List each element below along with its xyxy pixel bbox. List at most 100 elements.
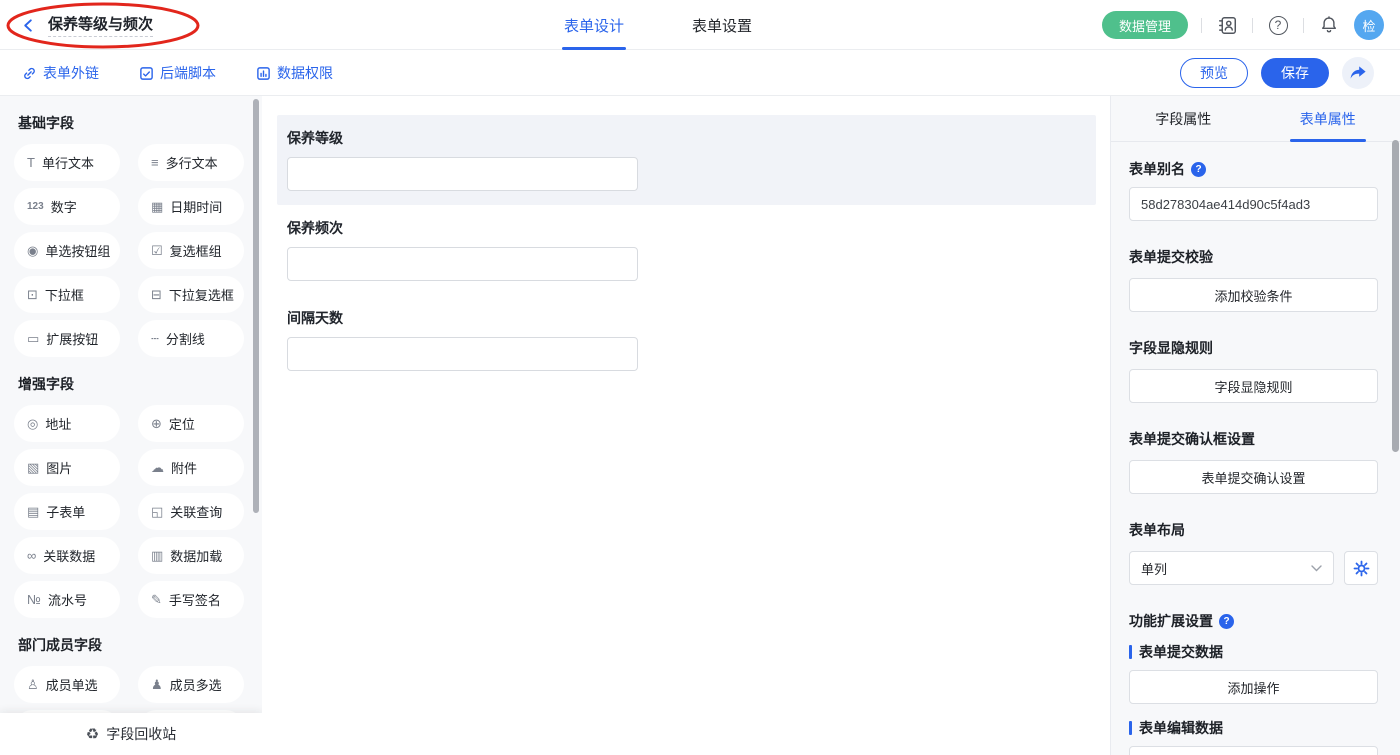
pill-label: 多行文本 <box>166 153 218 172</box>
field-visibility-title: 字段显隐规则 <box>1129 338 1378 358</box>
form-external-link[interactable]: 表单外链 <box>22 63 99 83</box>
field-label: 保养频次 <box>287 218 1086 238</box>
field-type-attachment[interactable]: ☁附件 <box>138 449 244 486</box>
field-type-member-multi[interactable]: ♟成员多选 <box>138 666 244 703</box>
field-type-serial-number[interactable]: №流水号 <box>14 581 120 618</box>
pill-label: 分割线 <box>166 329 205 348</box>
submit-data-title: 表单提交数据 <box>1139 642 1223 662</box>
help-badge-icon[interactable]: ? <box>1191 162 1206 177</box>
tab-form-design[interactable]: 表单设计 <box>562 0 626 50</box>
bar-chart-icon: ▥ <box>151 549 163 562</box>
preview-button[interactable]: 预览 <box>1180 58 1248 88</box>
field-type-signature[interactable]: ✎ 手写签名 <box>138 581 244 618</box>
sidebar-scrollbar[interactable] <box>253 99 259 513</box>
divider <box>1303 18 1304 33</box>
field-type-multi-line-text[interactable]: ≡多行文本 <box>138 144 244 181</box>
data-permission-link[interactable]: 数据权限 <box>256 63 333 83</box>
field-type-divider-line[interactable]: ┄ 分割线 <box>138 320 244 357</box>
form-layout-title: 表单布局 <box>1129 520 1378 540</box>
script-icon <box>139 66 154 81</box>
section-title-member-fields: 部门成员字段 <box>14 635 252 655</box>
pill-label: 子表单 <box>46 502 85 521</box>
link-icon <box>22 66 37 81</box>
save-button[interactable]: 保存 <box>1261 58 1329 88</box>
pill-label: 单选按钮组 <box>45 241 110 260</box>
text-icon: T <box>27 156 35 169</box>
pill-label: 下拉复选框 <box>169 285 234 304</box>
field-type-location[interactable]: ⊕定位 <box>138 405 244 442</box>
field-input[interactable] <box>287 337 638 371</box>
tab-form-properties[interactable]: 表单属性 <box>1256 96 1400 141</box>
form-alias-input[interactable] <box>1129 187 1378 221</box>
gear-icon <box>1353 560 1370 577</box>
pill-label: 数字 <box>51 197 77 216</box>
field-type-relation-data[interactable]: ∞关联数据 <box>14 537 120 574</box>
help-badge-icon[interactable]: ? <box>1219 614 1234 629</box>
field-input[interactable] <box>287 157 638 191</box>
pill-label: 日期时间 <box>170 197 222 216</box>
pen-icon: ✎ <box>151 593 162 606</box>
field-input[interactable] <box>287 247 638 281</box>
recycle-icon: ♻ <box>86 725 99 743</box>
canvas-field-interval-days[interactable]: 间隔天数 <box>277 295 1096 385</box>
pill-label: 图片 <box>46 458 72 477</box>
pill-label: 附件 <box>171 458 197 477</box>
share-arrow-icon <box>1350 66 1366 80</box>
field-visibility-button[interactable]: 字段显隐规则 <box>1129 369 1378 403</box>
pill-label: 地址 <box>45 414 71 433</box>
link-label: 数据权限 <box>277 63 333 83</box>
field-type-dropdown-multi[interactable]: ⊟下拉复选框 <box>138 276 244 313</box>
pill-label: 单行文本 <box>42 153 94 172</box>
field-type-datetime[interactable]: ▦日期时间 <box>138 188 244 225</box>
chevron-left-icon <box>21 18 36 33</box>
tab-form-settings[interactable]: 表单设置 <box>690 0 754 50</box>
field-type-number[interactable]: 123数字 <box>14 188 120 225</box>
field-type-single-line-text[interactable]: T 单行文本 <box>14 144 120 181</box>
subform-icon: ▤ <box>27 505 39 518</box>
panel-scrollbar[interactable] <box>1392 140 1399 452</box>
layout-settings-button[interactable] <box>1344 551 1378 585</box>
field-type-data-load[interactable]: ▥ 数据加载 <box>138 537 244 574</box>
help-icon[interactable]: ? <box>1266 13 1290 37</box>
map-pin-icon: ◎ <box>27 417 38 430</box>
address-book-icon[interactable] <box>1215 13 1239 37</box>
tab-field-properties[interactable]: 字段属性 <box>1111 96 1256 141</box>
permission-icon <box>256 66 271 81</box>
field-recycle-bin[interactable]: ♻ 字段回收站 <box>0 713 262 755</box>
field-type-checkbox-group[interactable]: ☑复选框组 <box>138 232 244 269</box>
form-toolbar: 表单外链 后端脚本 数据权限 预览 保存 <box>0 50 1400 96</box>
canvas-field-maintenance-level[interactable]: 保养等级 <box>277 115 1096 205</box>
divider-icon: ┄ <box>151 332 159 345</box>
link-label: 表单外链 <box>43 63 99 83</box>
tab-label: 表单设计 <box>564 15 624 36</box>
field-type-image[interactable]: ▧图片 <box>14 449 120 486</box>
add-validation-button[interactable]: 添加校验条件 <box>1129 278 1378 312</box>
share-button[interactable] <box>1342 57 1374 89</box>
submit-confirm-button[interactable]: 表单提交确认设置 <box>1129 460 1378 494</box>
field-type-relation-query[interactable]: ◱关联查询 <box>138 493 244 530</box>
pill-label: 扩展按钮 <box>46 329 98 348</box>
field-type-dropdown[interactable]: ⊡下拉框 <box>14 276 120 313</box>
pill-label: 数据加载 <box>170 546 222 565</box>
field-type-member-single[interactable]: ♙成员单选 <box>14 666 120 703</box>
canvas-field-maintenance-frequency[interactable]: 保养频次 <box>277 205 1096 295</box>
pill-label: 手写签名 <box>169 590 221 609</box>
backend-script-link[interactable]: 后端脚本 <box>139 63 216 83</box>
submit-confirm-title: 表单提交确认框设置 <box>1129 429 1378 449</box>
panel-tabs: 字段属性 表单属性 <box>1111 96 1400 142</box>
field-type-subform[interactable]: ▤ 子表单 <box>14 493 120 530</box>
back-button[interactable] <box>18 15 38 35</box>
link-label: 后端脚本 <box>160 63 216 83</box>
submit-data-add-action-button[interactable]: 添加操作 <box>1129 670 1378 704</box>
layout-select[interactable]: 单列 <box>1129 551 1334 585</box>
divider <box>1201 18 1202 33</box>
field-type-extend-button[interactable]: ▭扩展按钮 <box>14 320 120 357</box>
bell-icon[interactable] <box>1317 13 1341 37</box>
field-type-address[interactable]: ◎ 地址 <box>14 405 120 442</box>
data-manage-button[interactable]: 数据管理 <box>1102 11 1188 39</box>
avatar[interactable]: 检 <box>1354 10 1384 40</box>
page-title[interactable]: 保养等级与频次 <box>48 13 153 37</box>
edit-data-add-action-button[interactable]: 添加操作 <box>1129 746 1378 755</box>
field-type-radio-group[interactable]: ◉ 单选按钮组 <box>14 232 120 269</box>
radio-icon: ◉ <box>27 244 38 257</box>
